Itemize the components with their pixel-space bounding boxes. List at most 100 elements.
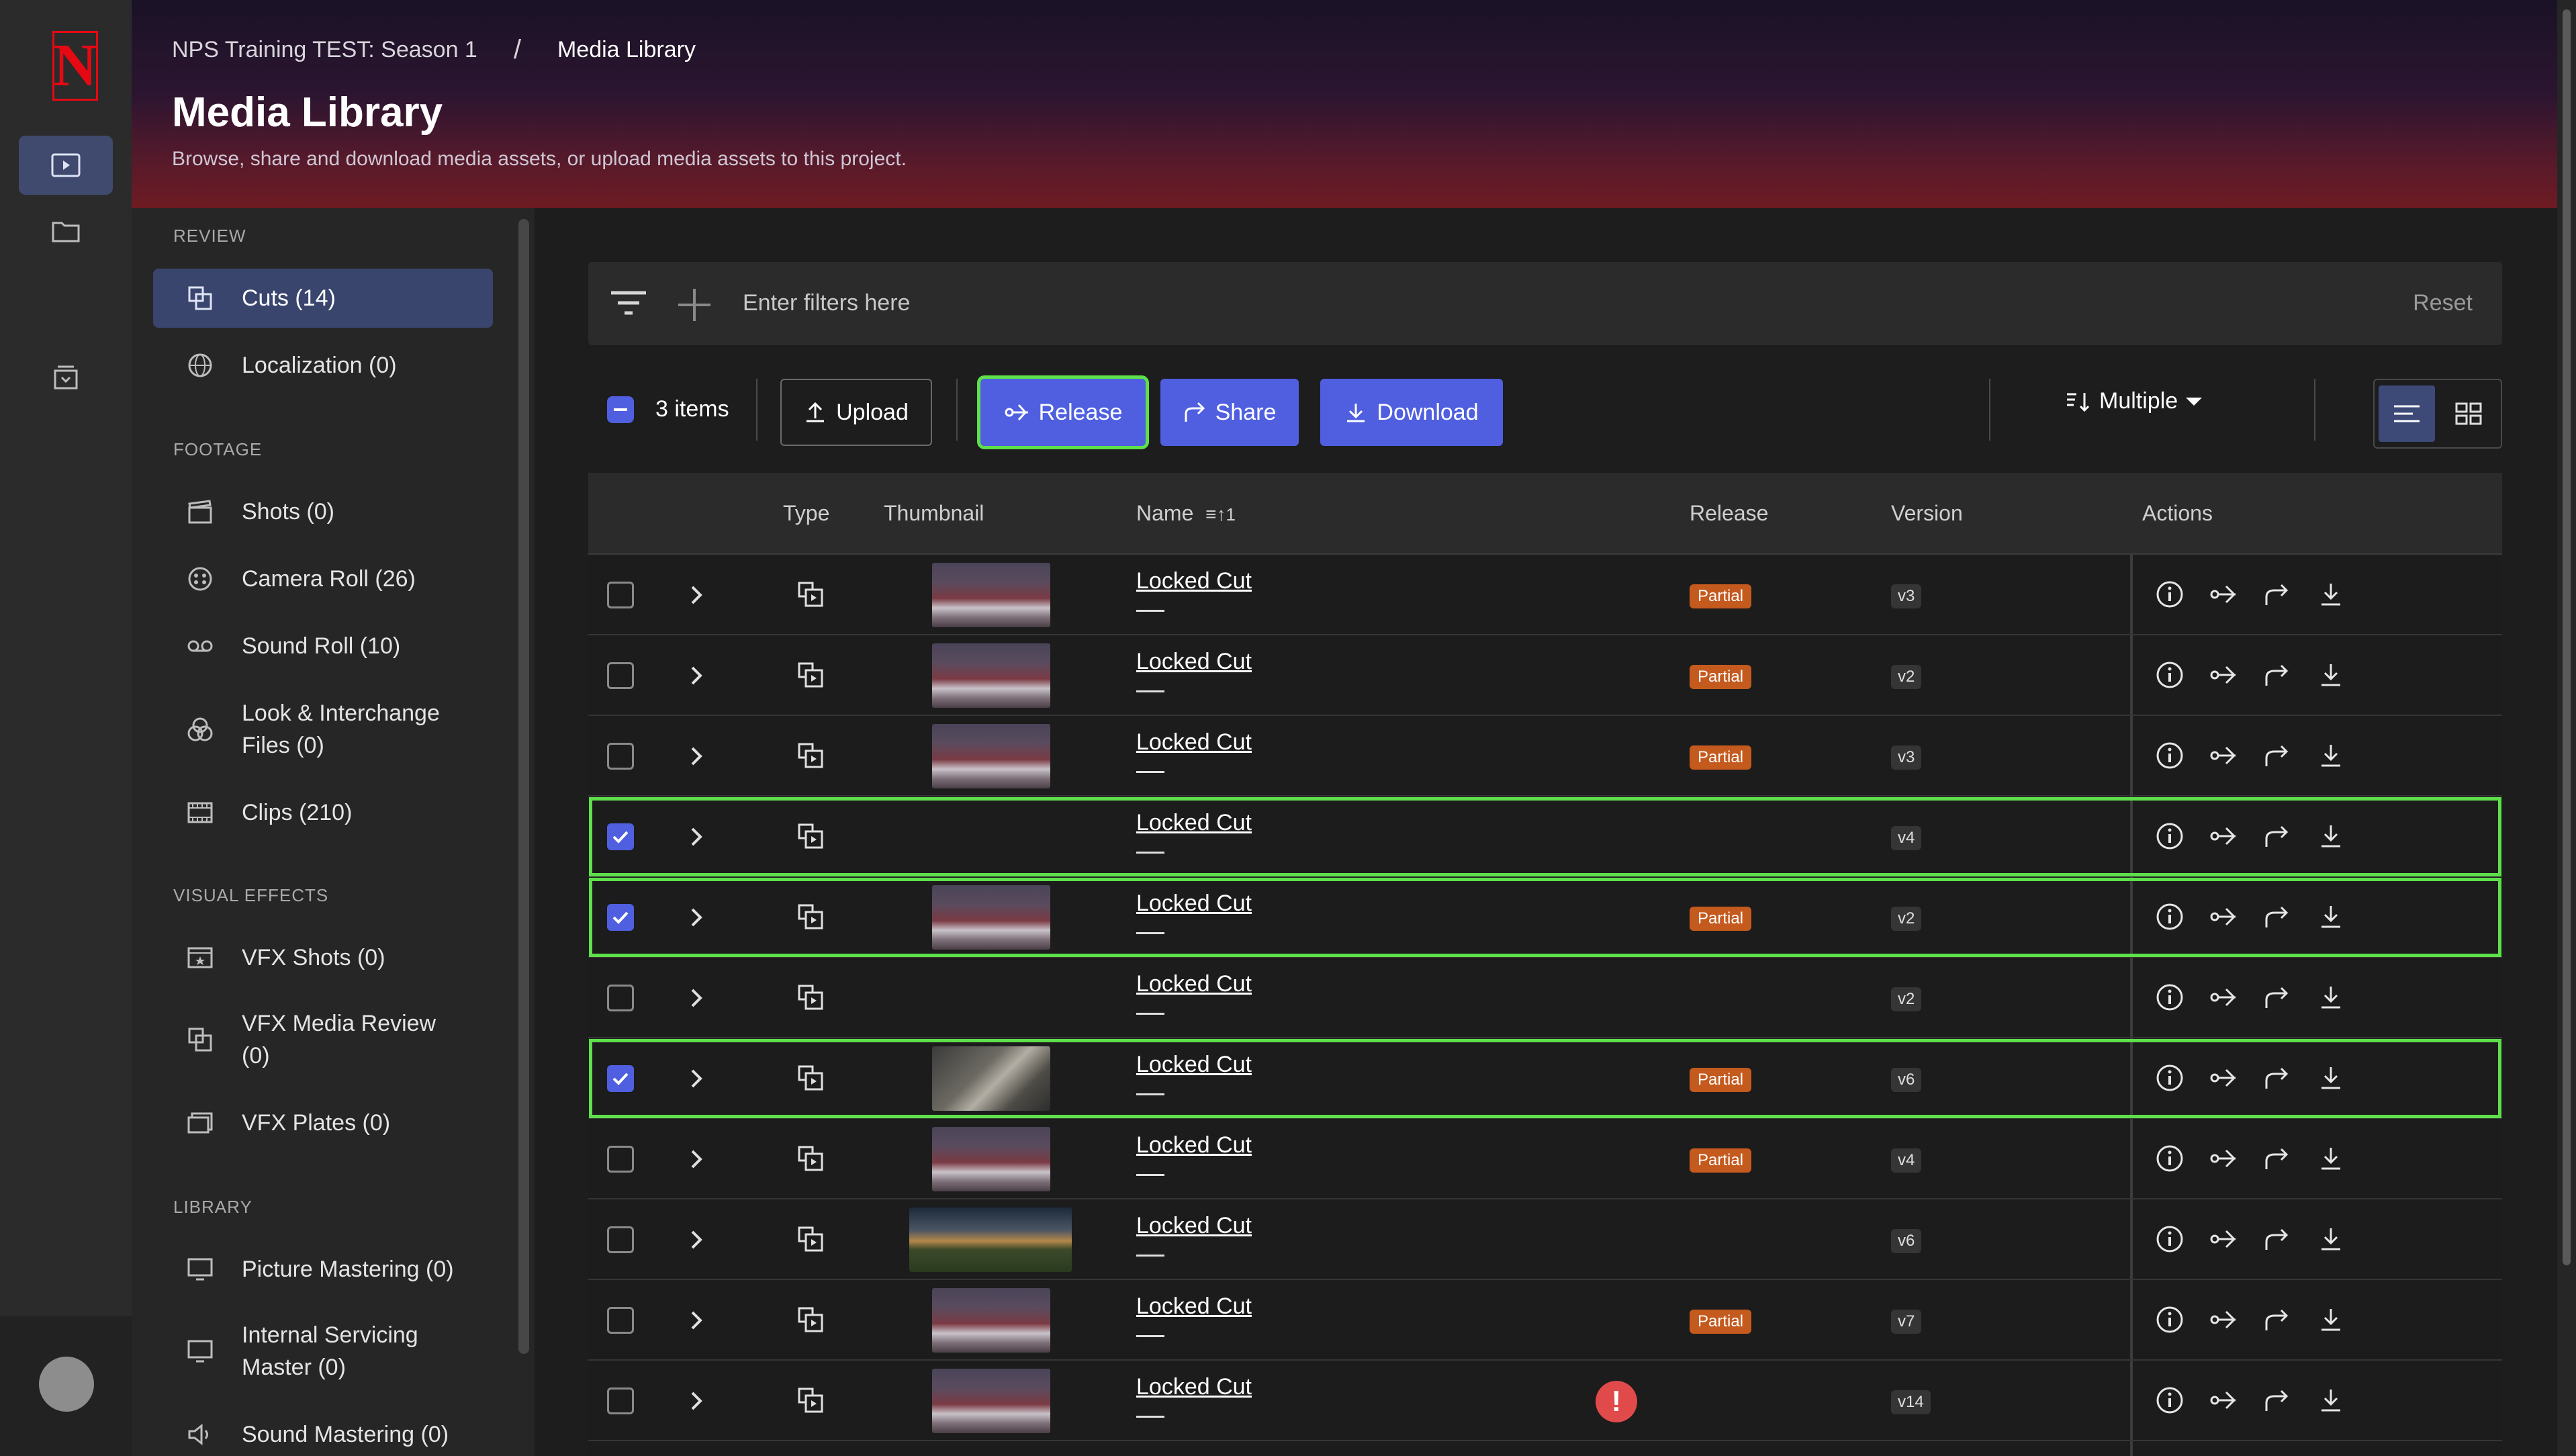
table-row[interactable]: Locked Cut v2 — [588, 958, 2502, 1038]
share-icon[interactable] — [2262, 901, 2293, 932]
release-icon[interactable] — [2208, 659, 2239, 690]
share-icon[interactable] — [2262, 982, 2293, 1013]
sidebar-item-picture-mastering[interactable]: Picture Mastering (0) — [153, 1240, 493, 1299]
info-icon[interactable] — [2154, 740, 2185, 771]
share-icon[interactable] — [2262, 1304, 2293, 1335]
sidebar-item-vfx-media-review[interactable]: VFX Media Review (0) — [153, 995, 493, 1084]
column-version[interactable]: Version — [1891, 501, 1963, 526]
list-view-button[interactable] — [2379, 385, 2435, 442]
asset-name-link[interactable]: Locked Cut — [1136, 1374, 1252, 1400]
asset-name-link[interactable]: Locked Cut — [1136, 971, 1252, 997]
netflix-logo[interactable]: N — [52, 31, 98, 101]
asset-name-link[interactable]: Locked Cut — [1136, 810, 1252, 836]
sidebar-item-camera-roll[interactable]: Camera Roll (26) — [153, 549, 493, 608]
expand-chevron-icon[interactable] — [682, 1226, 709, 1257]
share-icon[interactable] — [2262, 579, 2293, 610]
row-checkbox[interactable] — [607, 662, 634, 689]
sidebar-item-vfx-plates[interactable]: VFX Plates (0) — [153, 1093, 493, 1152]
release-icon[interactable] — [2208, 821, 2239, 852]
info-icon[interactable] — [2154, 821, 2185, 852]
thumbnail-image[interactable] — [932, 643, 1050, 708]
asset-name-link[interactable]: Locked Cut — [1136, 729, 1252, 756]
table-row[interactable]: Locked Cut Partial v3 — [588, 716, 2502, 797]
release-icon[interactable] — [2208, 982, 2239, 1013]
warning-icon[interactable]: ! — [1596, 1381, 1637, 1422]
release-icon[interactable] — [2208, 901, 2239, 932]
expand-chevron-icon[interactable] — [682, 582, 709, 612]
column-release[interactable]: Release — [1690, 501, 1768, 526]
table-row[interactable]: Locked Cut Partial v3 — [588, 555, 2502, 635]
upload-button[interactable]: Upload — [780, 379, 932, 446]
table-row[interactable]: Locked Cut Partial v6 — [588, 1038, 2502, 1119]
table-row[interactable]: Locked Cut v6 — [588, 1199, 2502, 1280]
thumbnail-image[interactable] — [932, 563, 1050, 627]
expand-chevron-icon[interactable] — [682, 823, 709, 854]
asset-name-link[interactable]: Locked Cut — [1136, 1213, 1252, 1239]
sidebar-item-localization[interactable]: Localization (0) — [153, 336, 493, 395]
download-icon[interactable] — [2315, 901, 2346, 932]
thumbnail-image[interactable] — [932, 1127, 1050, 1191]
thumbnail-image[interactable] — [909, 1208, 1072, 1272]
row-checkbox[interactable] — [607, 743, 634, 770]
select-all-checkbox[interactable] — [607, 396, 634, 423]
download-icon[interactable] — [2315, 1304, 2346, 1335]
user-avatar[interactable] — [39, 1357, 94, 1412]
page-scrollbar-thumb[interactable] — [2563, 9, 2571, 1265]
sidebar-item-cuts[interactable]: Cuts (14) — [153, 269, 493, 328]
add-filter-icon[interactable] — [676, 286, 713, 327]
table-row[interactable]: Locked Cut Partial v2 — [588, 635, 2502, 716]
asset-name-link[interactable]: Locked Cut — [1136, 1132, 1252, 1158]
row-checkbox[interactable] — [607, 823, 634, 850]
download-icon[interactable] — [2315, 982, 2346, 1013]
expand-chevron-icon[interactable] — [682, 743, 709, 773]
sidebar-item-sound-mastering[interactable]: Sound Mastering (0) — [153, 1405, 493, 1456]
download-icon[interactable] — [2315, 579, 2346, 610]
share-icon[interactable] — [2262, 821, 2293, 852]
thumbnail-image[interactable] — [932, 724, 1050, 788]
expand-chevron-icon[interactable] — [682, 904, 709, 934]
sidebar-item-look-interchange[interactable]: Look & Interchange Files (0) — [153, 685, 493, 774]
download-icon[interactable] — [2315, 659, 2346, 690]
info-icon[interactable] — [2154, 1143, 2185, 1174]
reset-filters-button[interactable]: Reset — [2413, 290, 2473, 316]
asset-name-link[interactable]: Locked Cut — [1136, 1293, 1252, 1320]
share-icon[interactable] — [2262, 1062, 2293, 1093]
row-checkbox[interactable] — [607, 904, 634, 931]
rail-files-button[interactable] — [19, 201, 113, 261]
release-icon[interactable] — [2208, 1062, 2239, 1093]
sidebar-item-sound-roll[interactable]: Sound Roll (10) — [153, 617, 493, 676]
expand-chevron-icon[interactable] — [682, 1065, 709, 1095]
thumbnail-image[interactable] — [932, 1369, 1050, 1433]
share-button[interactable]: Share — [1160, 379, 1299, 446]
info-icon[interactable] — [2154, 1304, 2185, 1335]
table-row[interactable]: Locked Cut v4 — [588, 797, 2502, 877]
asset-name-link[interactable]: Locked Cut — [1136, 649, 1252, 675]
thumbnail-image[interactable] — [932, 1288, 1050, 1353]
download-icon[interactable] — [2315, 1385, 2346, 1416]
filter-input[interactable]: Enter filters here — [743, 290, 910, 316]
filter-icon[interactable] — [608, 286, 649, 323]
sidebar-item-shots[interactable]: Shots (0) — [153, 482, 493, 541]
rail-inbox-button[interactable] — [19, 348, 113, 407]
share-icon[interactable] — [2262, 740, 2293, 771]
table-row[interactable]: Locked Cut Partial v7 — [588, 1280, 2502, 1361]
row-checkbox[interactable] — [607, 1146, 634, 1173]
sidebar-item-internal-servicing[interactable]: Internal Servicing Master (0) — [153, 1307, 493, 1396]
row-checkbox[interactable] — [607, 1387, 634, 1414]
info-icon[interactable] — [2154, 1062, 2185, 1093]
share-icon[interactable] — [2262, 1385, 2293, 1416]
download-icon[interactable] — [2315, 1224, 2346, 1255]
expand-chevron-icon[interactable] — [682, 1146, 709, 1176]
row-checkbox[interactable] — [607, 1307, 634, 1334]
share-icon[interactable] — [2262, 659, 2293, 690]
release-icon[interactable] — [2208, 1143, 2239, 1174]
row-checkbox[interactable] — [607, 985, 634, 1011]
expand-chevron-icon[interactable] — [682, 1307, 709, 1337]
breadcrumb-project-link[interactable]: NPS Training TEST: Season 1 — [172, 37, 477, 63]
share-icon[interactable] — [2262, 1224, 2293, 1255]
row-checkbox[interactable] — [607, 1226, 634, 1253]
expand-chevron-icon[interactable] — [682, 985, 709, 1015]
info-icon[interactable] — [2154, 1385, 2185, 1416]
release-icon[interactable] — [2208, 1385, 2239, 1416]
thumbnail-image[interactable] — [932, 1046, 1050, 1111]
